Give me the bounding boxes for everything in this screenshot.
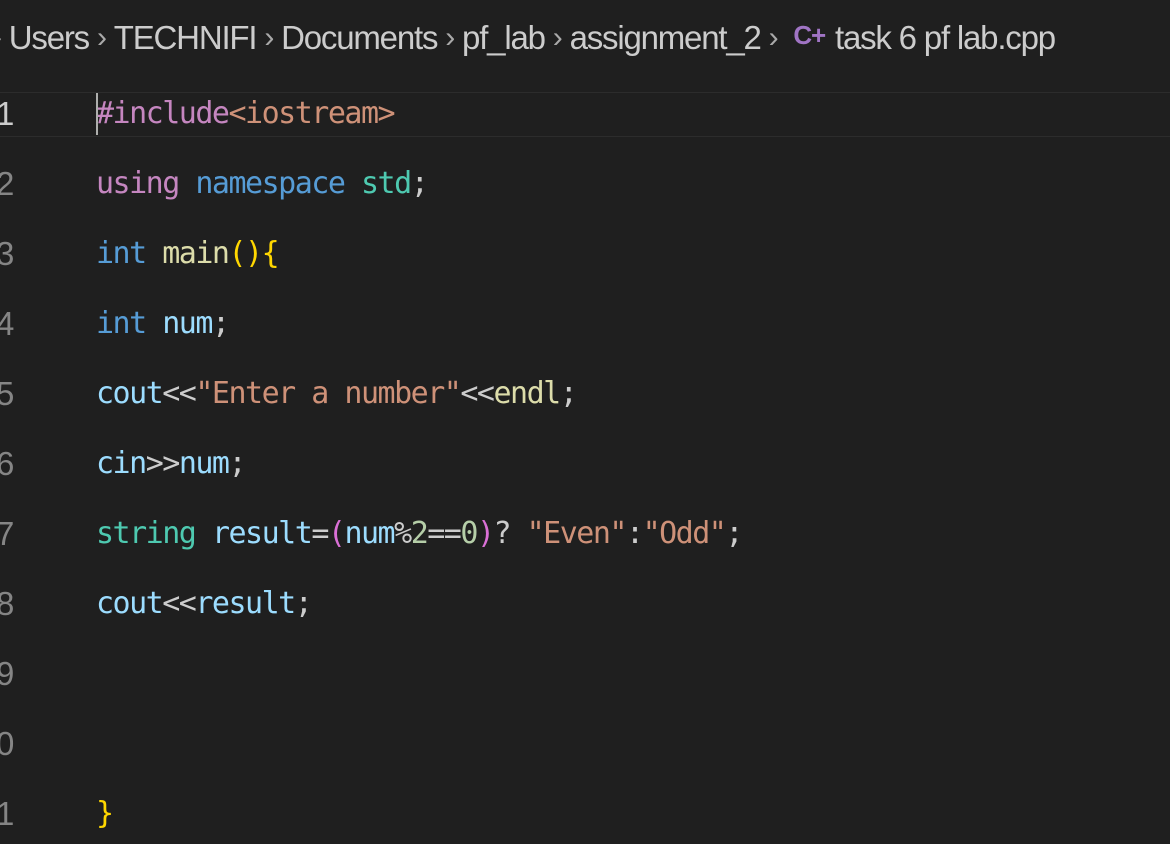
- code-line[interactable]: 0: [0, 722, 1170, 792]
- code-token: namespace: [195, 166, 346, 201]
- code-token: std: [361, 166, 412, 201]
- code-line[interactable]: 5 cout<<"Enter a number"<<endl;: [0, 372, 1170, 442]
- line-content[interactable]: cout<<"Enter a number"<<endl;: [96, 372, 578, 416]
- code-line[interactable]: 2 using namespace std;: [0, 162, 1170, 232]
- line-content[interactable]: int main(){: [96, 232, 280, 276]
- code-token: ;: [559, 376, 578, 411]
- code-token: int: [96, 306, 147, 341]
- code-token: ;: [725, 516, 743, 551]
- code-editor[interactable]: › Users › TECHNIFI › Documents › pf_lab …: [0, 0, 1170, 844]
- code-token: <iostream>: [228, 96, 396, 131]
- line-number: 9: [0, 655, 15, 692]
- line-number: 1: [0, 95, 15, 132]
- code-line[interactable]: 8 cout<<result;: [0, 582, 1170, 652]
- code-token: ;: [228, 446, 247, 481]
- code-line[interactable]: 3 int main(){: [0, 232, 1170, 302]
- code-token: num: [178, 446, 230, 481]
- line-number: 3: [0, 235, 15, 272]
- line-number: 8: [0, 585, 15, 622]
- code-token: ?: [493, 516, 527, 551]
- code-token: 0: [460, 516, 478, 551]
- line-content[interactable]: string result=(num%2==0)? "Even":"Odd";: [96, 512, 743, 556]
- breadcrumb-item-technifi[interactable]: TECHNIFI: [114, 19, 258, 57]
- line-content[interactable]: #include<iostream>: [96, 92, 396, 136]
- code-token: using: [96, 166, 180, 201]
- breadcrumb-item-pf-lab[interactable]: pf_lab: [462, 19, 546, 57]
- code-line[interactable]: 9: [0, 652, 1170, 722]
- line-content[interactable]: int num;: [96, 302, 230, 346]
- code-token: endl: [493, 376, 561, 411]
- code-token: ): [476, 516, 495, 551]
- code-token: {: [261, 236, 280, 271]
- code-token: cout: [96, 586, 164, 621]
- line-content[interactable]: cin>>num;: [96, 442, 247, 486]
- line-content[interactable]: cout<<result;: [96, 582, 313, 626]
- code-area[interactable]: 1 #include<iostream> 2 using namespace std;…: [0, 92, 1170, 844]
- code-token: ;: [211, 306, 230, 341]
- line-number: 2: [0, 165, 15, 202]
- cpp-file-icon: C+: [793, 19, 826, 50]
- code-token: }: [96, 796, 114, 831]
- code-token: <<: [162, 376, 197, 411]
- code-line[interactable]: 1 #include<iostream>: [0, 92, 1170, 162]
- line-number: 7: [0, 515, 15, 552]
- code-token: "Odd": [642, 516, 727, 551]
- code-token: %: [394, 516, 412, 551]
- line-number: 5: [0, 375, 15, 412]
- breadcrumb-separator: ›: [0, 21, 2, 55]
- code-token: cin: [96, 446, 147, 481]
- code-token: cout: [96, 376, 164, 411]
- code-token: ;: [294, 586, 313, 621]
- code-token: ;: [410, 166, 429, 201]
- code-token: result: [195, 586, 296, 621]
- code-token: string: [96, 516, 197, 551]
- code-token: =: [311, 516, 329, 551]
- code-token: num: [162, 306, 213, 341]
- code-line[interactable]: 1}: [0, 792, 1170, 844]
- code-token: num: [344, 516, 395, 551]
- code-token: (): [228, 236, 264, 271]
- code-line[interactable]: 6 cin>>num;: [0, 442, 1170, 512]
- line-number: 6: [0, 445, 15, 482]
- line-content[interactable]: using namespace std;: [96, 162, 429, 206]
- breadcrumb-item-file[interactable]: task 6 pf lab.cpp: [835, 19, 1056, 57]
- line-number: 0: [0, 725, 15, 762]
- line-number: 4: [0, 305, 15, 342]
- code-token: >>: [145, 446, 181, 481]
- breadcrumb: › Users › TECHNIFI › Documents › pf_lab …: [0, 8, 1170, 68]
- code-token: ==: [427, 516, 462, 551]
- line-content[interactable]: }: [96, 792, 114, 836]
- code-token: <<: [162, 586, 197, 621]
- breadcrumb-item-users[interactable]: Users: [9, 19, 90, 57]
- code-token: result: [211, 516, 313, 551]
- code-token: (: [327, 516, 346, 551]
- breadcrumb-separator: ›: [96, 21, 107, 54]
- breadcrumb-separator: ›: [552, 21, 563, 54]
- breadcrumb-item-documents[interactable]: Documents: [281, 19, 438, 57]
- text-cursor: [96, 93, 98, 135]
- code-token: "Even": [526, 516, 628, 551]
- line-number: 1: [0, 795, 15, 832]
- code-line[interactable]: 4 int num;: [0, 302, 1170, 372]
- breadcrumb-separator: ›: [768, 21, 779, 54]
- code-token: 2: [410, 516, 429, 551]
- code-token: int: [96, 236, 147, 271]
- breadcrumb-separator: ›: [445, 21, 455, 54]
- breadcrumb-separator: ›: [264, 21, 274, 54]
- breadcrumb-item-assignment-2[interactable]: assignment_2: [570, 19, 762, 57]
- code-token: :: [626, 516, 644, 551]
- code-token: main: [162, 236, 230, 271]
- code-line[interactable]: 7 string result=(num%2==0)? "Even":"Odd";: [0, 512, 1170, 582]
- code-token: <<: [460, 376, 495, 411]
- code-token: #include: [96, 96, 230, 131]
- code-token: "Enter a number": [195, 376, 461, 411]
